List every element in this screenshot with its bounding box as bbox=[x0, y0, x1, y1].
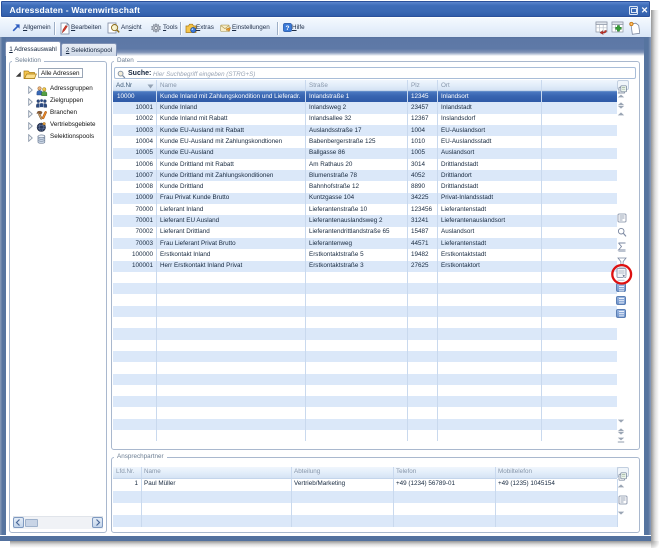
svg-text:?: ? bbox=[286, 25, 290, 32]
